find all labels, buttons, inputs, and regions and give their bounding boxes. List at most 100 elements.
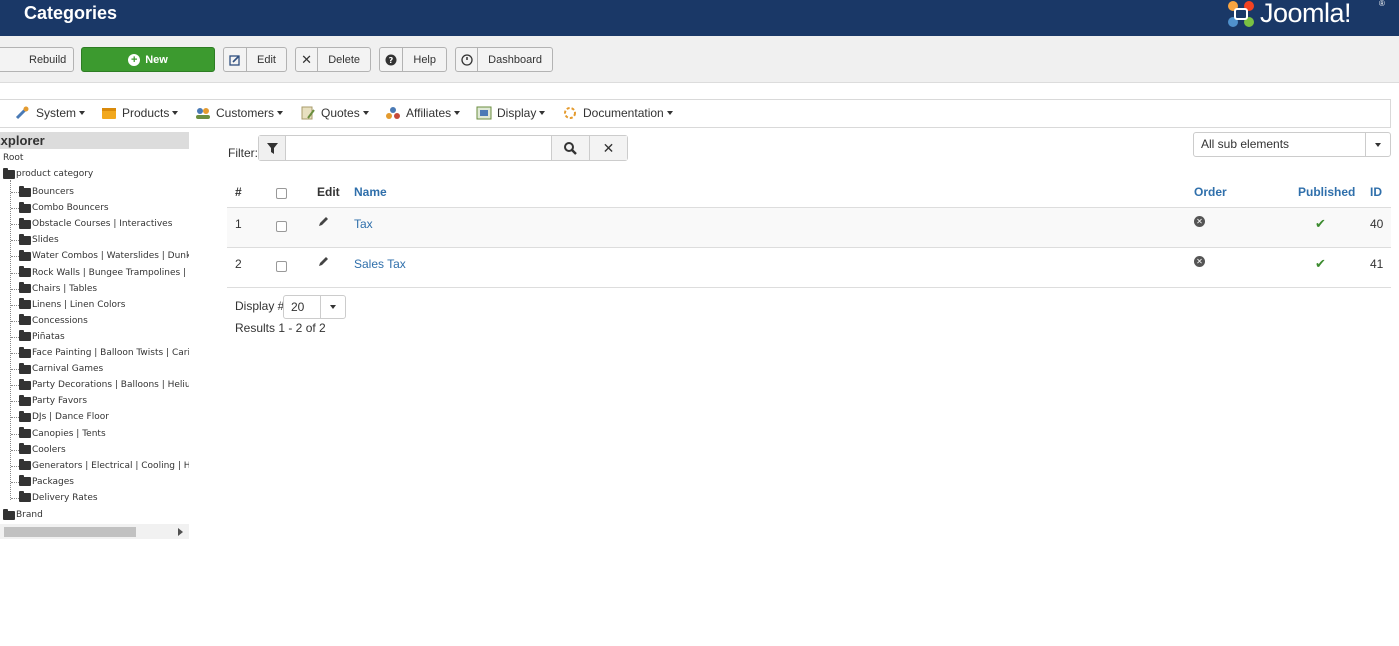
tree-node-category[interactable]: DJs | Dance Floor [19,410,109,423]
select-all-checkbox[interactable] [276,188,287,199]
folder-icon [19,394,31,406]
component-menu: System Products Customers Quotes Affilia… [0,99,1391,128]
tree-node-label: Slides [32,235,59,246]
col-edit: Edit [317,185,340,199]
tree-connector [11,497,19,499]
pencil-icon[interactable] [317,255,330,268]
display-limit-value: 20 [291,300,305,314]
tree-connector [11,224,19,226]
dashboard-button[interactable]: Dashboard [455,47,553,72]
tree-node-category[interactable]: Linens | Linen Colors [19,298,125,311]
scrollbar-thumb[interactable] [4,527,136,537]
order-remove-icon[interactable]: ✕ [1194,216,1205,227]
menu-products[interactable]: Products [101,106,179,120]
tree-node-category[interactable]: Slides [19,233,59,246]
display-limit-select[interactable]: 20 [283,295,346,319]
tree-node-category[interactable]: Chairs | Tables [19,282,97,295]
menu-customers-label: Customers [216,106,275,120]
tree-node-category[interactable]: Water Combos | Waterslides | Dunk Tanks [19,249,189,262]
row-id: 41 [1370,257,1384,271]
chevron-down-icon [666,111,673,115]
folder-icon [3,508,15,520]
row-checkbox[interactable] [276,261,287,272]
col-name[interactable]: Name [354,185,387,199]
folder-icon [19,459,31,471]
joomla-logo[interactable]: Joomla! ® [1224,0,1394,30]
tree-node-category[interactable]: Piñatas [19,330,65,343]
row-num: 1 [235,217,242,231]
svg-text:?: ? [389,56,394,65]
folder-icon [19,378,31,390]
col-published[interactable]: Published [1298,185,1355,199]
sub-elements-select[interactable]: All sub elements [1193,132,1391,157]
tree-node-category[interactable]: Delivery Rates [19,491,98,504]
new-button[interactable]: + New [81,47,215,72]
tree-connector [11,288,19,290]
col-id[interactable]: ID [1370,185,1382,199]
menu-documentation-label: Documentation [583,106,664,120]
pencil-icon[interactable] [317,215,330,228]
published-check-icon[interactable]: ✔ [1315,216,1326,232]
tree-connector [11,449,19,451]
edit-icon [224,48,248,71]
top-header: Categories Joomla! ® [0,0,1399,36]
chevron-down-icon [1365,133,1390,156]
tree-node-label: Concessions [32,315,88,326]
tree-connector [11,433,19,435]
tree-node-category[interactable]: Concessions [19,314,88,327]
tree-node-category[interactable]: Face Painting | Balloon Twists | Caricat… [19,346,189,359]
tree-node-root[interactable]: Root [3,152,23,164]
chevron-down-icon [362,111,369,115]
search-button[interactable] [551,136,589,160]
col-order[interactable]: Order [1194,185,1227,199]
rebuild-button[interactable]: Rebuild [0,47,74,72]
folder-icon [19,475,31,487]
tree-node-brand[interactable]: Brand [3,508,43,521]
joomla-logo-icon [1228,1,1254,27]
menu-documentation[interactable]: Documentation [562,106,673,120]
tree-connector [11,256,19,258]
edit-button[interactable]: Edit [223,47,287,72]
tree-node-category[interactable]: Party Favors [19,394,87,407]
display-limit-label: Display # [235,299,285,313]
tree-node-category[interactable]: Obstacle Courses | Interactives [19,217,172,230]
filter-label: Filter: [228,146,258,160]
folder-icon [19,410,31,422]
delete-button-label: Delete [328,53,360,66]
tree-node-category[interactable]: Canopies | Tents [19,427,106,440]
tree-node-category[interactable]: Rock Walls | Bungee Trampolines | Ziplin… [19,266,189,279]
display-icon [476,106,492,120]
published-check-icon[interactable]: ✔ [1315,256,1326,272]
chevron-down-icon [172,111,179,115]
help-button[interactable]: ? Help [379,47,447,72]
tree-node-category[interactable]: Packages [19,475,74,488]
menu-affiliates[interactable]: Affiliates [385,106,461,120]
tree-node-category[interactable]: Generators | Electrical | Cooling | Heat… [19,459,189,472]
folder-icon [19,314,31,326]
menu-quotes[interactable]: Quotes [300,106,369,120]
row-checkbox[interactable] [276,221,287,232]
row-name-link[interactable]: Sales Tax [354,257,406,271]
table-row: 2 Sales Tax ✕ ✔ 41 [227,248,1391,288]
folder-icon [19,266,31,277]
chevron-down-icon [320,296,345,318]
row-name-link[interactable]: Tax [354,217,373,231]
tree-node-category[interactable]: Carnival Games [19,362,103,375]
tree-node-category[interactable]: Bouncers [19,185,74,198]
clear-filter-button[interactable]: ✕ [589,136,627,160]
menu-system[interactable]: System [15,106,86,120]
menu-customers[interactable]: Customers [195,106,284,120]
tree-node-category[interactable]: Combo Bouncers [19,201,109,214]
tree-node-label: Coolers [32,444,66,455]
explorer-scrollbar[interactable] [0,524,189,539]
delete-button[interactable]: ✕ Delete [295,47,371,72]
tree-node-label: Combo Bouncers [32,203,109,214]
order-remove-icon[interactable]: ✕ [1194,256,1205,267]
scroll-right-arrow-icon[interactable] [178,528,183,536]
menu-display[interactable]: Display [476,106,546,120]
tree-node-product-category[interactable]: product category [3,167,93,180]
tree-node-category[interactable]: Party Decorations | Balloons | Helium [19,378,189,391]
tree-node-category[interactable]: Coolers [19,443,66,456]
filter-input[interactable] [286,136,551,160]
dashboard-button-label: Dashboard [488,53,542,66]
